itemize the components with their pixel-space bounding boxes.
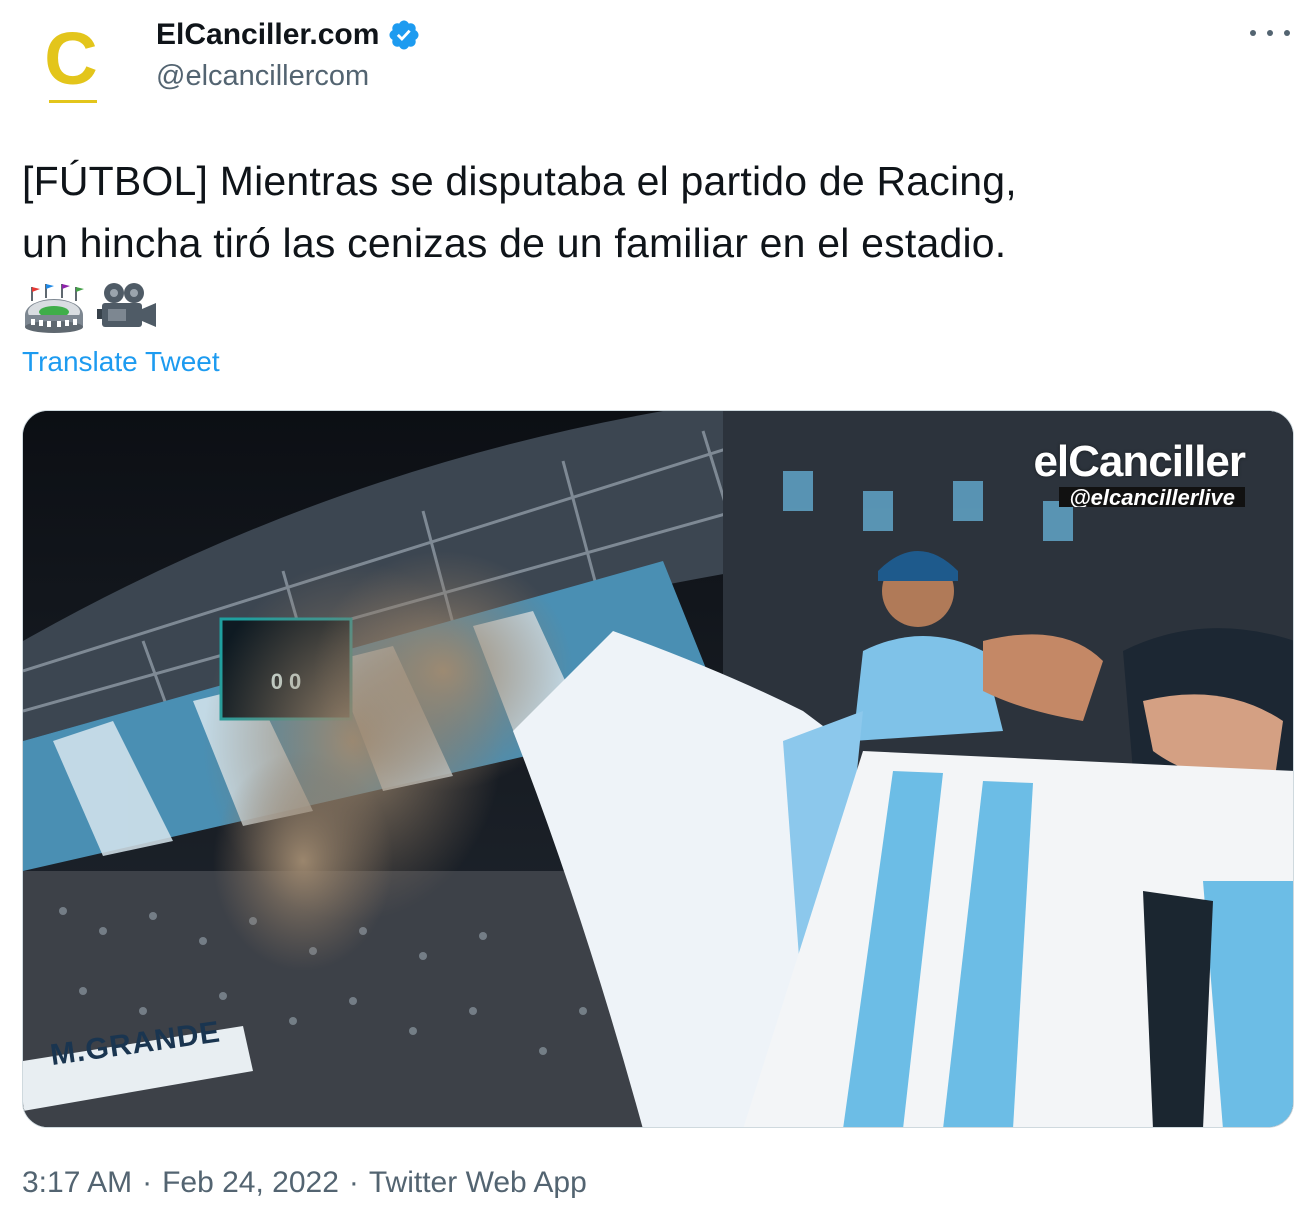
verified-badge-icon: [389, 20, 419, 50]
tweet-time[interactable]: 3:17 AM: [22, 1166, 132, 1200]
dot-icon: [1250, 30, 1256, 36]
author-name-row: ElCanciller.com: [156, 14, 421, 56]
tweet-media-video[interactable]: 0 0: [22, 410, 1294, 1128]
avatar[interactable]: C: [22, 14, 120, 112]
more-options-button[interactable]: [1250, 18, 1290, 48]
tweet-source[interactable]: Twitter Web App: [369, 1166, 587, 1200]
avatar-logo-letter: C: [44, 17, 98, 100]
separator: ·: [348, 1166, 359, 1199]
translate-tweet-link[interactable]: Translate Tweet: [22, 346, 220, 378]
emoji-row: [22, 276, 158, 338]
watermark-brand: elCanciller: [1033, 437, 1246, 486]
tweet-text-line: [FÚTBOL] Mientras se disputaba el partid…: [22, 158, 1017, 204]
dot-icon: [1267, 30, 1273, 36]
dot-icon: [1284, 30, 1290, 36]
stadium-icon: [25, 284, 84, 333]
movie-camera-icon: [97, 283, 156, 327]
tweet-metadata: 3:17 AM · Feb 24, 2022 · Twitter Web App: [22, 1166, 587, 1200]
separator: ·: [142, 1166, 153, 1199]
author-handle[interactable]: @elcancillercom: [156, 60, 369, 93]
video-watermark: elCanciller @elcancillerlive: [1033, 437, 1246, 512]
tweet-date[interactable]: Feb 24, 2022: [162, 1166, 339, 1200]
tweet-text: [FÚTBOL] Mientras se disputaba el partid…: [22, 150, 1292, 274]
avatar-logo-underline: [49, 100, 97, 103]
tweet-text-line: un hincha tiró las cenizas de un familia…: [22, 220, 1007, 266]
display-name[interactable]: ElCanciller.com: [156, 18, 379, 52]
tweet-card: C ElCanciller.com @elcancillercom [FÚTBO…: [0, 0, 1316, 1222]
watermark-handle: @elcancillerlive: [1059, 487, 1245, 507]
